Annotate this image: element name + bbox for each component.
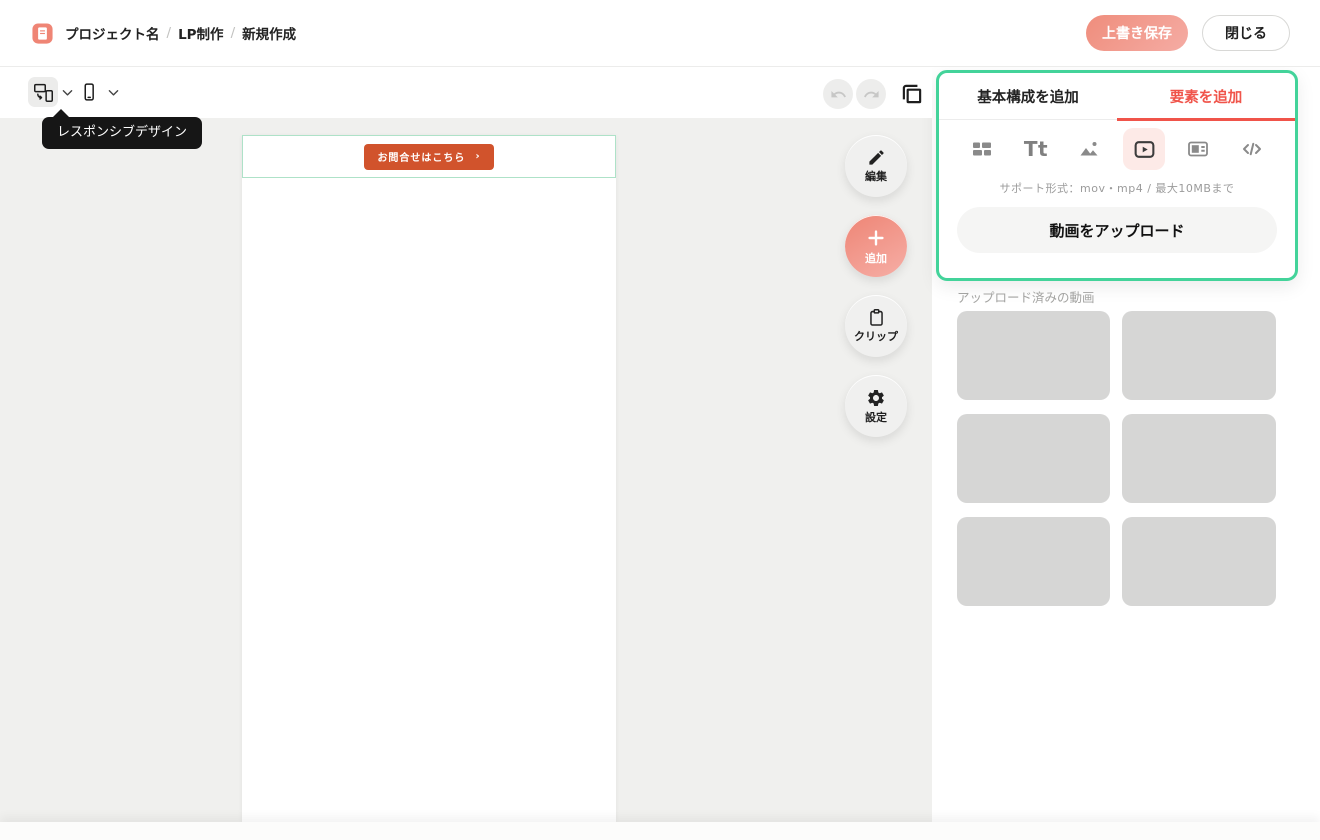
settings-fab-label: 設定 xyxy=(865,410,887,424)
text-icon[interactable]: Tt xyxy=(1015,128,1057,170)
close-button[interactable]: 閉じる xyxy=(1202,15,1290,51)
breadcrumb-separator: / xyxy=(230,25,236,41)
section-layout-icon[interactable] xyxy=(961,128,1003,170)
add-fab-button[interactable]: 追加 xyxy=(845,215,907,277)
chevron-down-icon[interactable] xyxy=(62,89,73,97)
undo-icon xyxy=(830,86,847,103)
header-actions: 上書き保存 閉じる xyxy=(1086,15,1290,51)
clip-fab-label: クリップ xyxy=(854,330,898,343)
chevron-right-icon: › xyxy=(475,151,481,162)
responsive-design-tooltip: レスポンシブデザイン xyxy=(42,109,203,149)
add-fab-label: 追加 xyxy=(865,251,887,265)
duplicate-icon xyxy=(899,81,925,107)
video-thumbnail[interactable] xyxy=(957,311,1110,400)
cta-button[interactable]: お問合せはこちら › xyxy=(364,143,494,170)
save-button[interactable]: 上書き保存 xyxy=(1086,15,1188,51)
upload-video-button[interactable]: 動画をアップロード xyxy=(957,207,1277,253)
redo-icon xyxy=(863,86,880,103)
video-thumbnail[interactable] xyxy=(1122,517,1276,606)
gear-icon xyxy=(866,388,886,408)
add-element-panel: 基本構成を追加 要素を追加 Tt サポート形式：mov・mp4 / 最大10MB… xyxy=(936,70,1298,281)
mobile-icon xyxy=(79,82,99,102)
mobile-preview-button[interactable] xyxy=(74,77,104,107)
duplicate-view-button[interactable] xyxy=(898,80,925,107)
breadcrumb-separator: / xyxy=(166,25,172,41)
uploaded-videos-grid xyxy=(957,311,1276,606)
editor-toolbar xyxy=(0,67,932,118)
element-icon-row: Tt xyxy=(939,120,1295,178)
undo-button[interactable] xyxy=(823,79,853,109)
video-thumbnail[interactable] xyxy=(1122,311,1276,400)
bottom-bar xyxy=(0,822,1320,840)
video-thumbnail[interactable] xyxy=(957,517,1110,606)
cta-label: お問合せはこちら xyxy=(377,153,466,164)
clip-fab-button[interactable]: クリップ xyxy=(845,295,907,357)
breadcrumb-section[interactable]: LP制作 xyxy=(178,23,224,43)
edit-fab-label: 編集 xyxy=(865,170,887,183)
lp-editor-app: プロジェクト名 / LP制作 / 新規作成 上書き保存 閉じる レスポンシブデザ… xyxy=(0,0,1320,840)
responsive-design-button[interactable] xyxy=(28,77,58,107)
embed-icon[interactable] xyxy=(1177,128,1219,170)
uploaded-videos-label: アップロード済みの動画 xyxy=(957,290,1095,305)
app-logo-icon xyxy=(32,22,53,44)
code-icon[interactable] xyxy=(1231,128,1273,170)
breadcrumb: プロジェクト名 / LP制作 / 新規作成 xyxy=(32,22,297,44)
panel-tabs: 基本構成を追加 要素を追加 xyxy=(939,73,1295,121)
breadcrumb-page: 新規作成 xyxy=(242,27,297,43)
tab-add-element[interactable]: 要素を追加 xyxy=(1117,73,1295,121)
clipboard-icon xyxy=(867,308,886,327)
tab-basic-structure[interactable]: 基本構成を追加 xyxy=(939,73,1117,119)
header-section-block[interactable]: お問合せはこちら › xyxy=(242,135,616,178)
image-icon[interactable] xyxy=(1069,128,1111,170)
supported-formats-text: サポート形式：mov・mp4 / 最大10MBまで xyxy=(999,182,1235,195)
plus-icon xyxy=(865,227,887,249)
redo-button[interactable] xyxy=(856,79,886,109)
video-thumbnail[interactable] xyxy=(957,414,1110,503)
settings-fab-button[interactable]: 設定 xyxy=(845,375,907,437)
pencil-icon xyxy=(867,148,886,167)
app-header: プロジェクト名 / LP制作 / 新規作成 上書き保存 閉じる xyxy=(0,0,1320,67)
breadcrumb-project[interactable]: プロジェクト名 xyxy=(65,23,160,43)
responsive-design-icon xyxy=(33,82,54,103)
chevron-down-icon[interactable] xyxy=(108,89,119,97)
edit-fab-button[interactable]: 編集 xyxy=(845,135,907,197)
video-thumbnail[interactable] xyxy=(1122,414,1276,503)
video-icon[interactable] xyxy=(1123,128,1165,170)
right-sidebar: 基本構成を追加 要素を追加 Tt サポート形式：mov・mp4 / 最大10MB… xyxy=(932,67,1320,822)
lp-canvas-page[interactable]: お問合せはこちら › xyxy=(242,135,616,822)
